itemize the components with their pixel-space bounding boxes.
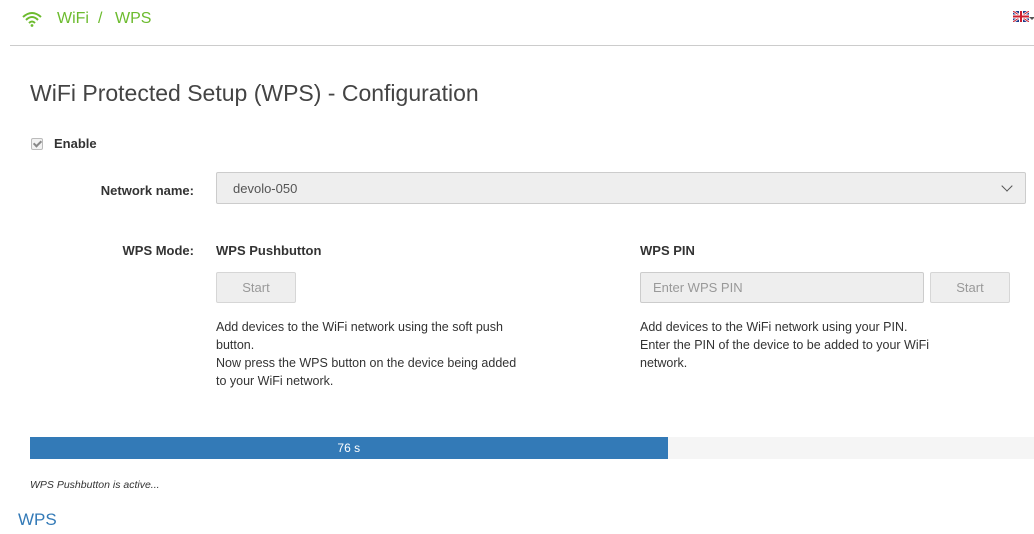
language-caret-icon[interactable] xyxy=(1029,17,1034,20)
breadcrumb-separator: / xyxy=(98,10,103,27)
wps-pin-heading: WPS PIN xyxy=(640,243,695,258)
wifi-icon xyxy=(22,12,42,27)
pushbutton-description-line: to your WiFi network. xyxy=(216,374,334,388)
pin-description-line: Add devices to the WiFi network using yo… xyxy=(640,320,908,334)
network-name-value: devolo-050 xyxy=(233,181,298,196)
wps-pushbutton-heading: WPS Pushbutton xyxy=(216,243,322,258)
breadcrumb-wifi[interactable]: WiFi xyxy=(57,10,89,28)
pin-description: Add devices to the WiFi network using yo… xyxy=(640,318,929,372)
pin-description-line: network. xyxy=(640,356,688,370)
status-text: WPS Pushbutton is active... xyxy=(30,479,160,491)
top-bar xyxy=(10,0,1034,46)
wps-mode-label: WPS Mode: xyxy=(122,243,195,258)
pushbutton-description: Add devices to the WiFi network using th… xyxy=(216,318,516,390)
pushbutton-description-line: Add devices to the WiFi network using th… xyxy=(216,320,503,334)
progress-label: 76 s xyxy=(30,437,668,459)
pin-start-button[interactable]: Start xyxy=(930,272,1010,303)
pin-description-line: Enter the PIN of the device to be added … xyxy=(640,338,930,352)
enable-label: Enable xyxy=(54,136,97,151)
uk-flag-icon[interactable] xyxy=(1013,11,1029,22)
wps-pin-input[interactable] xyxy=(640,272,924,303)
breadcrumb-wps[interactable]: WPS xyxy=(115,10,151,28)
pushbutton-start-button[interactable]: Start xyxy=(216,272,296,303)
network-name-select[interactable]: devolo-050 xyxy=(216,172,1026,204)
wps-progress-bar: 76 s xyxy=(30,437,1034,459)
progress-countdown: 76 s xyxy=(337,441,361,455)
pushbutton-description-line: Now press the WPS button on the device b… xyxy=(216,356,517,370)
network-name-label: Network name: xyxy=(100,183,194,198)
page-title: WiFi Protected Setup (WPS) - Configurati… xyxy=(30,80,479,106)
chevron-down-icon xyxy=(1001,180,1013,192)
footer-wps-link[interactable]: WPS xyxy=(18,510,57,530)
pushbutton-description-line: button. xyxy=(216,338,255,352)
enable-checkbox[interactable] xyxy=(31,138,43,150)
